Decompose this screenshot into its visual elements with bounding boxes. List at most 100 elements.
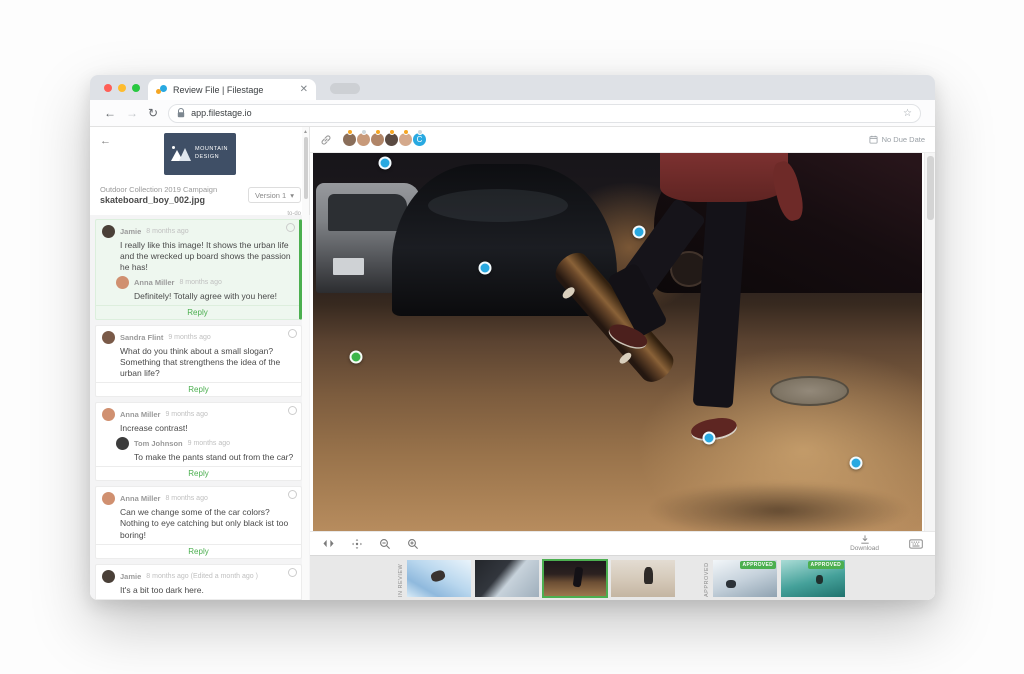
comment-author: Jamie <box>120 227 141 236</box>
resolve-checkbox[interactable] <box>288 406 297 415</box>
chevron-down-icon: ▾ <box>290 191 294 200</box>
reviewer-avatar[interactable] <box>356 132 371 147</box>
sidebar-header: ← MOUNTAIN DESIGN <box>90 127 309 183</box>
scroll-up-icon[interactable]: ▲ <box>303 129 308 135</box>
comment-card[interactable]: Sandra Flint9 months agoWhat do you thin… <box>95 325 302 397</box>
mountain-icon <box>171 148 191 161</box>
resolve-checkbox[interactable] <box>288 490 297 499</box>
address-input[interactable]: app.filestage.io ☆ <box>168 104 921 123</box>
reply-text: Definitely! Totally agree with you here! <box>134 291 293 302</box>
file-meta: Outdoor Collection 2019 Campaign skatebo… <box>90 183 309 205</box>
filmstrip-group: IN REVIEW <box>395 560 679 597</box>
bookmark-star-icon[interactable]: ☆ <box>903 108 912 119</box>
share-link-icon[interactable] <box>320 134 332 146</box>
reply-button[interactable]: Reply <box>96 466 301 480</box>
filmstrip-group-label: APPROVED <box>704 560 710 597</box>
window-minimize-button[interactable] <box>118 84 126 92</box>
resolve-checkbox[interactable] <box>286 223 295 232</box>
file-viewer[interactable] <box>310 153 935 531</box>
annotation-marker-layer <box>313 153 922 531</box>
file-thumbnail-snow-boots[interactable] <box>475 560 539 597</box>
file-thumbnail-ski-mountain[interactable]: APPROVED <box>713 560 777 597</box>
tab-title: Review File | Filestage <box>173 85 294 95</box>
comment-author: Anna Miller <box>120 494 160 503</box>
due-date[interactable]: No Due Date <box>869 135 925 144</box>
browser-urlbar: ← → ↻ app.filestage.io ☆ <box>90 100 935 127</box>
file-thumbnail-snowboarder[interactable] <box>407 560 471 597</box>
comment-text: What do you think about a small slogan? … <box>120 346 295 379</box>
reviewer-avatar-initial[interactable]: C <box>412 132 427 147</box>
reply-button[interactable]: Reply <box>96 305 299 319</box>
comment-timestamp: 8 months ago <box>146 228 188 235</box>
comment-card[interactable]: Anna Miller8 months agoCan we change som… <box>95 486 302 558</box>
refresh-icon[interactable]: ↻ <box>148 107 158 119</box>
file-thumbnail-skateboard[interactable] <box>543 560 607 597</box>
review-image[interactable] <box>313 153 922 531</box>
reply-button[interactable]: Reply <box>96 382 301 396</box>
comment-author: Jamie <box>120 572 141 581</box>
annotation-marker[interactable] <box>632 225 645 238</box>
annotation-marker[interactable] <box>350 350 363 363</box>
download-button[interactable]: Download <box>850 535 879 552</box>
avatar <box>102 570 115 583</box>
zoom-in-icon[interactable] <box>407 538 419 550</box>
reply-author: Tom Johnson <box>134 439 183 448</box>
tab-close-icon[interactable]: ✕ <box>300 84 308 95</box>
lock-icon <box>177 108 185 118</box>
brand-logo: MOUNTAIN DESIGN <box>164 133 236 175</box>
reply-button[interactable]: Reply <box>96 544 301 558</box>
annotation-marker[interactable] <box>378 156 391 169</box>
resolve-checkbox[interactable] <box>288 329 297 338</box>
forward-icon[interactable]: → <box>126 107 138 119</box>
reply-button[interactable]: Reply <box>96 599 301 600</box>
file-thumbnail-beach-runner[interactable] <box>611 560 675 597</box>
status-dot <box>403 129 409 135</box>
status-dot <box>347 129 353 135</box>
review-sidebar: ← MOUNTAIN DESIGN Outdoor Collection 201… <box>90 127 310 600</box>
viewer-scrollbar[interactable] <box>924 153 935 531</box>
new-tab-button[interactable] <box>330 83 360 94</box>
download-icon <box>860 535 870 544</box>
comment-card[interactable]: Jamie8 months ago (Edited a month ago )I… <box>95 564 302 600</box>
annotation-marker[interactable] <box>478 262 491 275</box>
window-close-button[interactable] <box>104 84 112 92</box>
comment-timestamp: 9 months ago <box>168 334 210 341</box>
reviewer-avatar[interactable] <box>342 132 357 147</box>
comment-text: I really like this image! It shows the u… <box>120 240 293 273</box>
keyboard-shortcuts-icon[interactable] <box>909 539 923 549</box>
viewer-scrollbar-thumb[interactable] <box>927 156 934 220</box>
comments-scrollbar[interactable]: ▲ <box>302 127 309 600</box>
reply-text: To make the pants stand out from the car… <box>134 452 295 463</box>
filmstrip-group: APPROVEDAPPROVEDAPPROVED <box>701 560 849 597</box>
version-label: Version 1 <box>255 191 286 200</box>
filestage-favicon <box>156 85 167 95</box>
avatar <box>102 408 115 421</box>
comment-reply: Anna Miller8 months agoDefinitely! Total… <box>116 276 293 302</box>
browser-tab[interactable]: Review File | Filestage ✕ <box>148 79 316 100</box>
browser-tabbar: Review File | Filestage ✕ <box>90 75 935 100</box>
scrollbar-thumb[interactable] <box>304 137 308 199</box>
calendar-icon <box>869 135 878 144</box>
annotation-marker[interactable] <box>850 457 863 470</box>
zoom-out-icon[interactable] <box>379 538 391 550</box>
version-dropdown[interactable]: Version 1 ▾ <box>248 187 301 203</box>
back-to-project-icon[interactable]: ← <box>100 135 111 147</box>
fit-width-icon[interactable] <box>322 538 335 549</box>
window-zoom-button[interactable] <box>132 84 140 92</box>
download-label: Download <box>850 545 879 552</box>
avatar <box>102 492 115 505</box>
url-text: app.filestage.io <box>191 108 897 118</box>
comment-card[interactable]: Jamie 8 months ago I really like this imag… <box>95 219 302 320</box>
comment-card[interactable]: Anna Miller9 months agoIncrease contrast… <box>95 402 302 481</box>
reviewer-avatar[interactable] <box>384 132 399 147</box>
avatar <box>102 225 115 238</box>
reviewer-avatar[interactable] <box>370 132 385 147</box>
file-thumbnail-surfer[interactable]: APPROVED <box>781 560 845 597</box>
resolve-checkbox[interactable] <box>288 568 297 577</box>
back-icon[interactable]: ← <box>104 107 116 119</box>
avatar <box>116 276 129 289</box>
reviewer-avatar[interactable] <box>398 132 413 147</box>
pan-icon[interactable] <box>351 538 363 550</box>
reply-timestamp: 9 months ago <box>188 440 230 447</box>
annotation-marker[interactable] <box>702 432 715 445</box>
